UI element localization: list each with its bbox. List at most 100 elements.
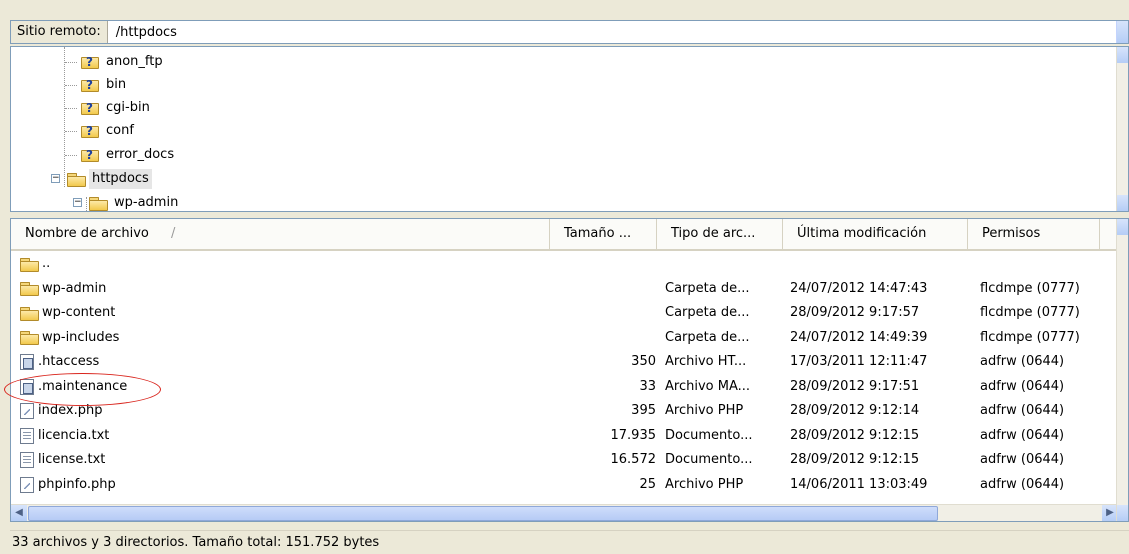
file-modified: 17/03/2011 12:11:47 bbox=[790, 354, 928, 369]
file-row[interactable]: licencia.txt 17.935 Documento... 28/09/2012… bbox=[11, 424, 1118, 449]
config-file-icon bbox=[20, 354, 34, 370]
tree-item-label: error_docs bbox=[106, 147, 175, 162]
file-name-cell: .htaccess bbox=[20, 350, 99, 374]
file-size: 33 bbox=[639, 378, 656, 394]
collapse-icon[interactable]: − bbox=[73, 198, 82, 207]
file-row[interactable]: license.txt 16.572 Documento... 28/09/2012 … bbox=[11, 448, 1118, 473]
collapse-icon[interactable]: − bbox=[51, 174, 60, 183]
file-name-cell: index.php bbox=[20, 399, 102, 423]
file-modified: 28/09/2012 9:17:51 bbox=[790, 378, 920, 394]
file-name-cell: phpinfo.php bbox=[20, 473, 116, 497]
file-name: wp-content bbox=[42, 305, 116, 320]
file-modified: 14/06/2011 13:03:49 bbox=[790, 476, 928, 492]
column-header-type[interactable]: Tipo de arc... bbox=[657, 219, 783, 249]
file-row[interactable]: wp-includes Carpeta de... 24/07/2012 14:49… bbox=[11, 326, 1118, 351]
file-size: 395 bbox=[631, 403, 656, 418]
scroll-down-icon[interactable] bbox=[1117, 195, 1128, 211]
scroll-up-icon[interactable] bbox=[1117, 47, 1128, 63]
text-file-icon bbox=[20, 427, 34, 444]
file-row[interactable]: wp-content Carpeta de... 28/09/2012 9:17:5… bbox=[11, 301, 1118, 326]
scroll-left-icon[interactable]: ◀ bbox=[11, 505, 27, 521]
file-type: Archivo PHP bbox=[665, 403, 744, 418]
file-row[interactable]: .. bbox=[11, 252, 1118, 277]
file-permissions: flcdmpe (0777) bbox=[980, 280, 1080, 296]
file-permissions: adfrw (0644) bbox=[980, 378, 1065, 394]
scroll-up-icon[interactable] bbox=[1117, 219, 1128, 235]
file-modified: 28/09/2012 9:17:57 bbox=[790, 305, 920, 320]
file-name-cell: .maintenance bbox=[20, 375, 127, 399]
file-permissions: flcdmpe (0777) bbox=[980, 305, 1080, 320]
status-bar: 33 archivos y 3 directorios. Tamaño tota… bbox=[10, 530, 1129, 554]
tree-item[interactable]: − wp-admin bbox=[73, 192, 181, 211]
folder-icon bbox=[67, 172, 86, 187]
remote-directory-tree: ? anon_ftp ? bin ? cgi-bin ? conf ? erro… bbox=[10, 46, 1129, 212]
file-type: Documento... bbox=[665, 427, 753, 443]
config-file-icon bbox=[20, 378, 34, 395]
file-permissions: adfrw (0644) bbox=[980, 354, 1065, 369]
tree-item-label: conf bbox=[106, 123, 134, 138]
file-permissions: flcdmpe (0777) bbox=[980, 329, 1080, 345]
php-file-icon bbox=[20, 403, 34, 419]
unknown-folder-icon: ? bbox=[81, 148, 100, 163]
file-modified: 28/09/2012 9:12:15 bbox=[790, 452, 920, 467]
file-type: Archivo PHP bbox=[665, 476, 744, 492]
file-size: 25 bbox=[639, 476, 656, 492]
file-type: Carpeta de... bbox=[665, 305, 750, 320]
file-name: licencia.txt bbox=[38, 427, 110, 443]
file-permissions: adfrw (0644) bbox=[980, 427, 1065, 443]
file-size: 17.935 bbox=[610, 427, 657, 443]
folder-icon bbox=[89, 196, 108, 211]
file-list-vertical-scrollbar[interactable] bbox=[1116, 219, 1128, 521]
tree-item-label: anon_ftp bbox=[106, 54, 163, 69]
text-file-icon bbox=[20, 452, 34, 468]
file-name: index.php bbox=[38, 403, 103, 418]
tree-item[interactable]: − httpdocs bbox=[51, 168, 152, 190]
file-row[interactable]: phpinfo.php 25 Archivo PHP 14/06/2011 13:03… bbox=[11, 473, 1118, 498]
file-permissions: adfrw (0644) bbox=[980, 403, 1065, 418]
file-name: license.txt bbox=[38, 452, 106, 467]
remote-path-input[interactable]: /httpdocs bbox=[108, 25, 177, 40]
file-name-cell: wp-content bbox=[20, 301, 115, 325]
tree-item[interactable]: ? bin bbox=[65, 74, 129, 96]
file-name: .maintenance bbox=[38, 378, 128, 394]
remote-path-dropdown[interactable] bbox=[1116, 21, 1128, 43]
file-modified: 28/09/2012 9:12:14 bbox=[790, 403, 920, 418]
scrollbar-thumb[interactable] bbox=[28, 506, 938, 521]
file-type: Archivo HT... bbox=[665, 354, 747, 369]
file-list-horizontal-scrollbar[interactable]: ◀ ▶ bbox=[11, 504, 1118, 521]
file-type: Documento... bbox=[665, 452, 753, 467]
file-row[interactable]: wp-admin Carpeta de... 24/07/2012 14:47:43… bbox=[11, 277, 1118, 302]
file-row[interactable]: .htaccess 350 Archivo HT... 17/03/2011 12:1… bbox=[11, 350, 1118, 375]
file-name-cell: .. bbox=[20, 252, 50, 276]
scroll-down-icon[interactable] bbox=[1117, 505, 1128, 521]
file-row[interactable]: .maintenance 33 Archivo MA... 28/09/2012 9:… bbox=[11, 375, 1118, 400]
column-header-size[interactable]: Tamaño ... bbox=[550, 219, 657, 249]
file-type: Carpeta de... bbox=[665, 280, 750, 296]
tree-item-label: bin bbox=[106, 77, 127, 92]
tree-item[interactable]: ? anon_ftp bbox=[65, 51, 166, 73]
file-type: Archivo MA... bbox=[665, 378, 751, 394]
tree-item[interactable]: ? error_docs bbox=[65, 144, 177, 166]
column-header-modified[interactable]: Última modificación bbox=[783, 219, 968, 249]
unknown-folder-icon: ? bbox=[81, 55, 100, 70]
remote-file-list: Nombre de archivo / Tamaño ... Tipo de a… bbox=[10, 218, 1129, 522]
column-header-name[interactable]: Nombre de archivo / bbox=[11, 219, 550, 249]
file-permissions: adfrw (0644) bbox=[980, 452, 1065, 467]
tree-vertical-scrollbar[interactable] bbox=[1116, 47, 1128, 211]
file-permissions: adfrw (0644) bbox=[980, 476, 1065, 492]
folder-icon bbox=[20, 306, 39, 321]
tree-item[interactable]: ? cgi-bin bbox=[65, 97, 153, 119]
php-file-icon bbox=[20, 476, 34, 493]
file-name: wp-admin bbox=[42, 280, 107, 296]
file-size: 350 bbox=[631, 354, 656, 369]
tree-item[interactable]: ? conf bbox=[65, 120, 137, 142]
file-name: wp-includes bbox=[42, 329, 120, 345]
tree-item-label: cgi-bin bbox=[106, 100, 150, 115]
file-row[interactable]: index.php 395 Archivo PHP 28/09/2012 9:12:1… bbox=[11, 399, 1118, 424]
file-name-cell: license.txt bbox=[20, 448, 105, 472]
column-header-permissions[interactable]: Permisos bbox=[968, 219, 1100, 249]
file-modified: 24/07/2012 14:47:43 bbox=[790, 280, 928, 296]
file-modified: 28/09/2012 9:12:15 bbox=[790, 427, 920, 443]
unknown-folder-icon: ? bbox=[81, 124, 100, 139]
folder-icon bbox=[20, 257, 39, 272]
